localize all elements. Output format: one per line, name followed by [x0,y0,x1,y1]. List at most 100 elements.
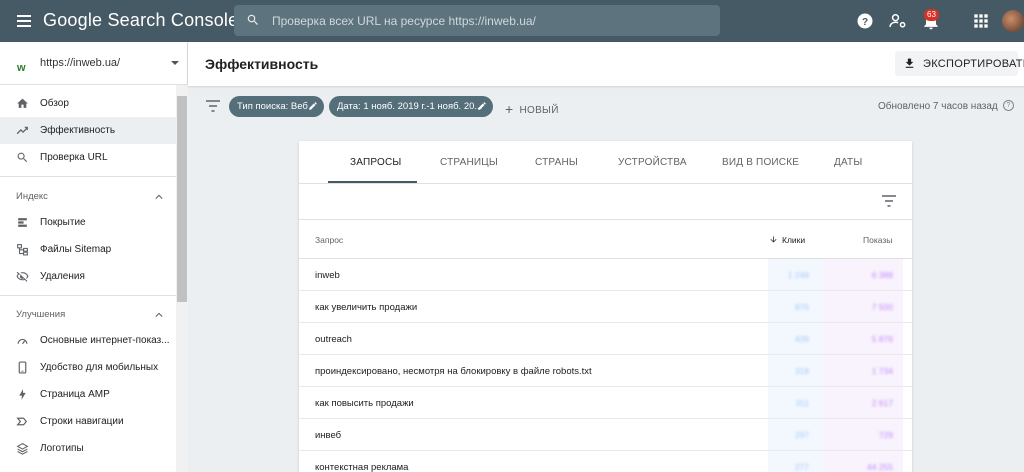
notification-count-badge: 63 [924,9,939,21]
tab-dates[interactable]: ДАТЫ [834,157,862,168]
table-row[interactable]: как увеличить продажи 876 7 500 [299,291,912,323]
impressions-cell: 2 617 [823,387,903,418]
url-inspection-search[interactable] [234,5,720,36]
section-title-enhancements[interactable]: Улучшения [16,309,65,320]
sidebar-item-core-web-vitals[interactable]: Основные интернет-показ... [0,327,176,354]
download-icon [905,58,914,68]
account-avatar[interactable] [1002,10,1024,32]
query-cell: outreach [315,334,352,345]
table-row[interactable]: outreach 439 5 876 [299,323,912,355]
edit-icon[interactable] [477,101,487,111]
manage-accounts-icon[interactable] [888,11,908,31]
top-app-bar: Google Search Console ? 63 [0,0,1024,42]
sidebar-divider [0,176,176,177]
mobile-icon [18,361,27,374]
search-input[interactable] [272,5,712,36]
query-cell: inweb [315,270,340,281]
filter-icon[interactable] [206,100,220,112]
apps-grid-icon[interactable] [971,11,991,31]
column-header-query[interactable]: Запрос [315,235,343,245]
table-header: Запрос Клики Показы [299,219,912,259]
sidebar-item-removals[interactable]: Удаления [0,263,176,290]
query-cell: как увеличить продажи [315,302,418,313]
coverage-icon [18,218,27,227]
app-logo[interactable]: Google Search Console [43,10,238,31]
sidebar-item-url-inspection[interactable]: Проверка URL [0,144,176,171]
gauge-icon [17,338,28,345]
query-cell: проиндексировано, несмотря на блокировку… [315,366,592,377]
last-updated-text: Обновлено 7 часов назад [878,101,998,112]
search-type-chip[interactable]: Тип поиска: Веб [229,96,324,117]
plus-icon: + [505,101,514,117]
sidebar-item-performance[interactable]: Эффективность [0,117,176,144]
tab-search-appearance[interactable]: ВИД В ПОИСКЕ [722,157,799,168]
dimension-tabs: ЗАПРОСЫ СТРАНИЦЫ СТРАНЫ УСТРОЙСТВА ВИД В… [299,141,912,184]
chevron-up-icon[interactable] [155,193,163,201]
data-table-card: ЗАПРОСЫ СТРАНИЦЫ СТРАНЫ УСТРОЙСТВА ВИД В… [299,141,912,472]
help-icon[interactable]: ? [1003,100,1014,111]
help-icon[interactable]: ? [855,11,875,31]
search-icon [17,152,28,163]
removals-icon [16,271,29,282]
sidebar: w https://inweb.ua/ Обзор Эффективность … [0,42,188,472]
query-cell: инвеб [315,430,342,441]
tab-devices[interactable]: УСТРОЙСТВА [618,157,687,168]
clicks-cell: 277 [768,451,823,472]
table-row[interactable]: проиндексировано, несмотря на блокировку… [299,355,912,387]
export-button[interactable]: ЭКСПОРТИРОВАТЬ [895,51,1024,76]
sidebar-item-overview[interactable]: Обзор [0,90,176,117]
tab-queries[interactable]: ЗАПРОСЫ [350,157,402,168]
edit-icon[interactable] [308,101,318,111]
impressions-cell: 1 734 [823,355,903,386]
page-title: Эффективность [205,56,319,72]
clicks-cell: 297 [768,419,823,450]
amp-icon [19,389,26,400]
table-row[interactable]: inweb 1 248 6 388 [299,259,912,291]
table-filter-icon[interactable] [882,195,896,207]
active-tab-indicator [328,181,417,183]
trending-up-icon [16,126,28,135]
property-favicon-icon: w [17,58,30,74]
column-header-impressions[interactable]: Показы [863,235,892,245]
impressions-cell: 7 500 [823,291,903,322]
arrow-down-icon [770,236,777,243]
chevron-up-icon[interactable] [155,311,163,319]
clicks-cell: 439 [768,323,823,354]
sidebar-item-breadcrumbs[interactable]: Строки навигации [0,408,176,435]
impressions-cell: 5 876 [823,323,903,354]
search-icon [247,14,258,25]
clicks-cell: 318 [768,355,823,386]
caret-down-icon [171,61,179,65]
home-icon [17,98,28,108]
section-title-index[interactable]: Индекс [16,191,48,202]
clicks-cell: 876 [768,291,823,322]
impressions-cell: 6 388 [823,259,903,290]
svg-text:?: ? [862,17,868,28]
tab-countries[interactable]: СТРАНЫ [535,157,578,168]
sidebar-item-logos[interactable]: Логотипы [0,435,176,462]
clicks-cell: 1 248 [768,259,823,290]
tab-pages[interactable]: СТРАНИЦЫ [440,157,498,168]
sidebar-item-amp[interactable]: Страница AMP [0,381,176,408]
impressions-cell: 44 255 [823,451,903,472]
sidebar-item-sitemaps[interactable]: Файлы Sitemap [0,236,176,263]
query-cell: как повысить продажи [315,398,414,409]
menu-icon[interactable] [14,11,34,31]
property-selector[interactable]: w https://inweb.ua/ [0,42,188,85]
query-cell: контекстная реклама [315,462,409,472]
add-filter-button[interactable]: + НОВЫЙ [505,100,559,117]
sidebar-item-mobile-usability[interactable]: Удобство для мобильных [0,354,176,381]
logo-layers-icon [16,443,29,455]
page-header: Эффективность ЭКСПОРТИРОВАТЬ [188,42,1024,86]
date-range-chip[interactable]: Дата: 1 нояб. 2019 г.-1 нояб. 20... [329,96,493,117]
table-row[interactable]: контекстная реклама 277 44 255 [299,451,912,472]
sidebar-divider [0,295,176,296]
table-row[interactable]: как повысить продажи 311 2 617 [299,387,912,419]
sitemap-icon [17,244,28,256]
column-header-clicks[interactable]: Клики [769,234,805,245]
sidebar-scrollbar-thumb[interactable] [177,96,187,302]
table-row[interactable]: инвеб 297 729 [299,419,912,451]
clicks-cell: 311 [768,387,823,418]
sidebar-item-coverage[interactable]: Покрытие [0,209,176,236]
breadcrumbs-icon [16,417,28,426]
